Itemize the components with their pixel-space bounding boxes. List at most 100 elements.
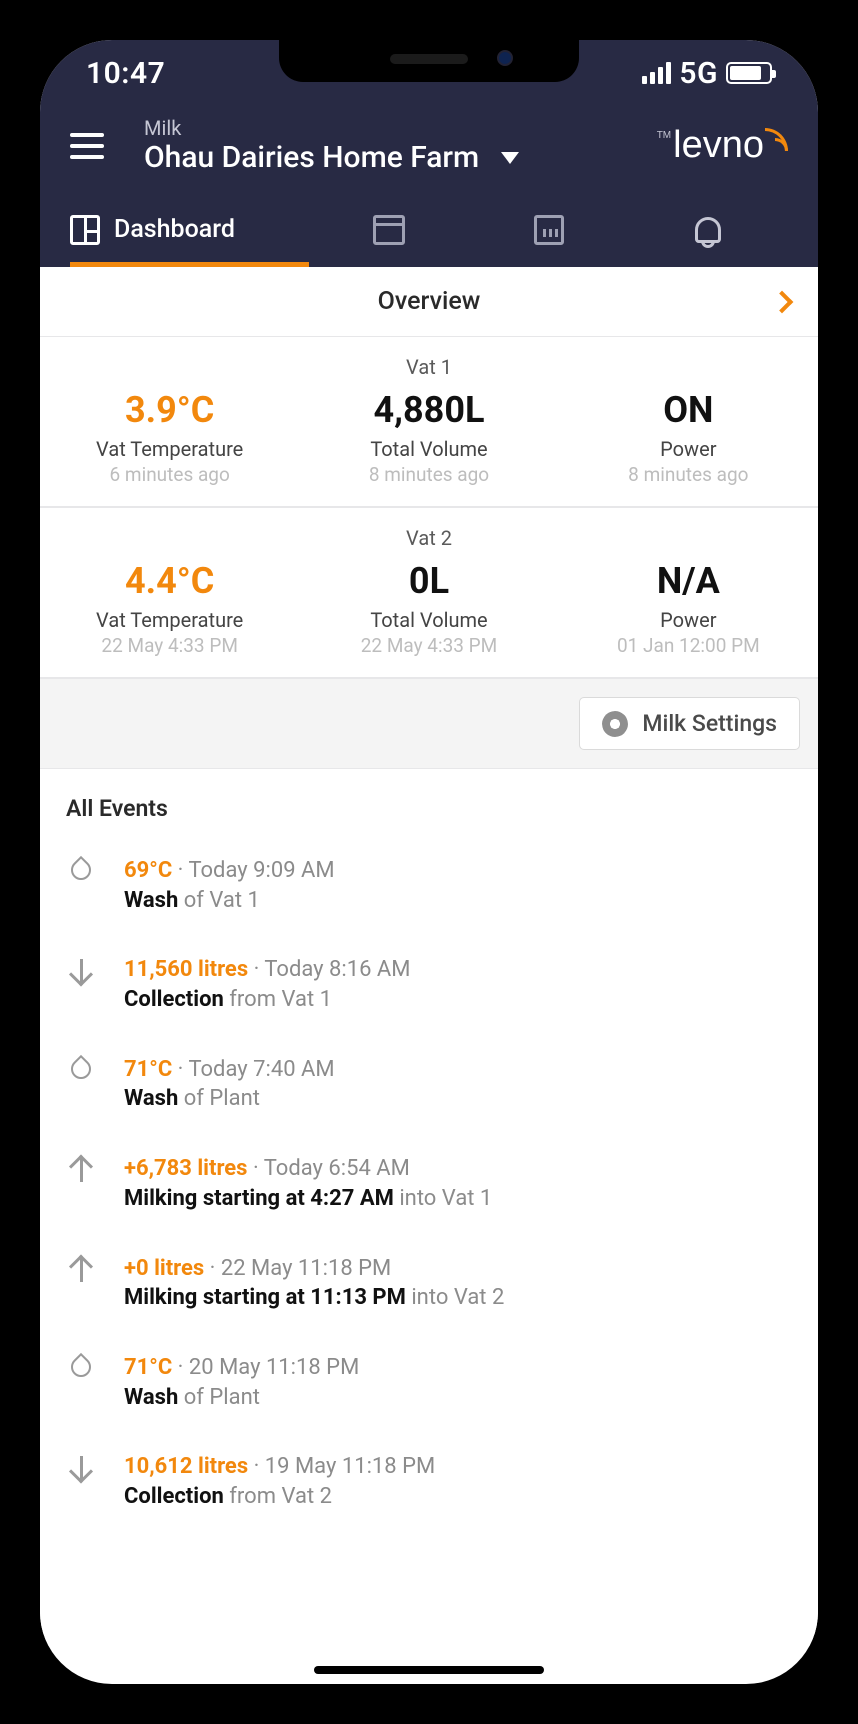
event-when: · 20 May 11:18 PM (172, 1355, 359, 1380)
arrow-down-icon (80, 1456, 83, 1480)
metric-label: Total Volume (299, 608, 558, 632)
metric-label: Vat Temperature (40, 608, 299, 632)
farm-name: Ohau Dairies Home Farm (144, 140, 479, 175)
metric-ago: 8 minutes ago (299, 463, 558, 486)
settings-row: Milk Settings (40, 679, 818, 769)
metric-value: ON (559, 389, 818, 431)
metric-power: ON Power8 minutes ago (559, 389, 818, 486)
event-when: · Today 9:09 AM (172, 858, 334, 883)
signal-icon (642, 62, 671, 84)
event-body: +0 litres · 22 May 11:18 PMMilking start… (124, 1254, 792, 1313)
vat-card-2[interactable]: Vat 24.4°CVat Temperature22 May 4:33 PM0… (40, 508, 818, 679)
event-body: 71°C · 20 May 11:18 PMWash of Plant (124, 1353, 792, 1412)
metric-temp: 4.4°CVat Temperature22 May 4:33 PM (40, 560, 299, 657)
event-icon (66, 1055, 96, 1079)
event-highlight: 71°C (124, 1355, 172, 1380)
metric-label: Power (559, 437, 818, 461)
event-action: Wash (124, 1385, 178, 1410)
farm-selector[interactable]: Milk Ohau Dairies Home Farm (124, 116, 637, 175)
vat-name: Vat 1 (40, 355, 818, 379)
chart-icon (534, 215, 564, 245)
event-rest: into Vat 2 (406, 1285, 504, 1310)
event-rest: of Plant (178, 1086, 260, 1111)
bell-icon (695, 217, 721, 243)
menu-icon[interactable] (70, 133, 104, 159)
network-label: 5G (679, 56, 718, 91)
event-icon (66, 856, 96, 880)
event-icon (66, 1154, 96, 1182)
event-action: Collection (124, 1484, 224, 1509)
event-when: · 19 May 11:18 PM (248, 1454, 435, 1479)
event-row[interactable]: 71°C · Today 7:40 AM Wash of Plant (66, 1055, 792, 1114)
droplet-icon (67, 856, 95, 884)
settings-label: Milk Settings (642, 710, 777, 737)
metric-temp: 3.9°CVat Temperature6 minutes ago (40, 389, 299, 486)
toolbar: Milk Ohau Dairies Home Farm TMlevno (40, 106, 818, 193)
event-row[interactable]: +6,783 litres · Today 6:54 AM Milking sta… (66, 1154, 792, 1213)
tab-calendar[interactable] (309, 193, 469, 266)
home-indicator[interactable] (314, 1666, 544, 1674)
arrow-down-icon (80, 959, 83, 983)
event-rest: of Vat 1 (178, 888, 260, 913)
event-highlight: 10,612 litres (124, 1454, 248, 1479)
event-when: · Today 8:16 AM (248, 957, 410, 982)
event-icon (66, 1452, 96, 1480)
event-highlight: 11,560 litres (124, 957, 248, 982)
event-row[interactable]: 69°C · Today 9:09 AM Wash of Vat 1 (66, 856, 792, 915)
chevron-right-icon (771, 290, 794, 313)
metric-value: N/A (559, 560, 818, 602)
event-row[interactable]: 10,612 litres · 19 May 11:18 PM Collectio… (66, 1452, 792, 1511)
event-icon (66, 955, 96, 983)
event-row[interactable]: +0 litres · 22 May 11:18 PMMilking start… (66, 1254, 792, 1313)
metric-ago: 22 May 4:33 PM (40, 634, 299, 657)
tabbar: Dashboard (40, 193, 818, 267)
tab-charts[interactable] (469, 193, 629, 266)
event-highlight: +0 litres (124, 1256, 204, 1281)
tab-alerts[interactable] (628, 193, 788, 266)
event-action: Milking starting at 4:27 AM (124, 1186, 394, 1211)
overview-title: Overview (378, 287, 481, 316)
event-action: Wash (124, 1086, 178, 1111)
event-action: Collection (124, 987, 224, 1012)
milk-settings-button[interactable]: Milk Settings (579, 697, 800, 750)
tab-dashboard[interactable]: Dashboard (70, 193, 309, 266)
event-action: Wash (124, 888, 178, 913)
event-highlight: +6,783 litres (124, 1156, 247, 1181)
metric-volume: 0L Total Volume22 May 4:33 PM (299, 560, 558, 657)
metric-label: Power (559, 608, 818, 632)
content: Overview Vat 1 3.9°CVat Temperature6 minu… (40, 267, 818, 1646)
metric-ago: 8 minutes ago (559, 463, 818, 486)
screen: 10:47 5G Milk Ohau Dairies Home Farm (40, 40, 818, 1684)
dropdown-icon (501, 152, 519, 164)
metric-value: 4,880L (299, 389, 558, 431)
metric-ago: 22 May 4:33 PM (299, 634, 558, 657)
event-body: +6,783 litres · Today 6:54 AM Milking sta… (124, 1154, 792, 1213)
event-highlight: 71°C (124, 1057, 172, 1082)
event-highlight: 69°C (124, 858, 172, 883)
status-time: 10:47 (86, 56, 165, 91)
event-icon (66, 1254, 96, 1282)
metric-value: 0L (299, 560, 558, 602)
event-icon (66, 1353, 96, 1377)
event-row[interactable]: 71°C · 20 May 11:18 PMWash of Plant (66, 1353, 792, 1412)
vat-card-1[interactable]: Vat 1 3.9°CVat Temperature6 minutes ago4,… (40, 337, 818, 508)
droplet-icon (67, 1353, 95, 1381)
category-label: Milk (144, 116, 637, 140)
metric-ago: 01 Jan 12:00 PM (559, 634, 818, 657)
arrow-up-icon (80, 1158, 83, 1182)
event-rest: from Vat 2 (224, 1484, 332, 1509)
event-when: · 22 May 11:18 PM (204, 1256, 391, 1281)
event-body: 71°C · Today 7:40 AM Wash of Plant (124, 1055, 792, 1114)
event-when: · Today 6:54 AM (247, 1156, 409, 1181)
overview-bar[interactable]: Overview (40, 267, 818, 337)
event-rest: into Vat 1 (394, 1186, 492, 1211)
tab-dashboard-label: Dashboard (114, 215, 235, 244)
metrics: 3.9°CVat Temperature6 minutes ago4,880LT… (40, 389, 818, 486)
metric-power: N/A Power01 Jan 12:00 PM (559, 560, 818, 657)
event-row[interactable]: 11,560 litres · Today 8:16 AMCollection … (66, 955, 792, 1014)
notch (279, 40, 579, 82)
event-when: · Today 7:40 AM (172, 1057, 334, 1082)
droplet-icon (67, 1055, 95, 1083)
brand-logo: TMlevno (657, 124, 788, 167)
arrow-up-icon (80, 1258, 83, 1282)
